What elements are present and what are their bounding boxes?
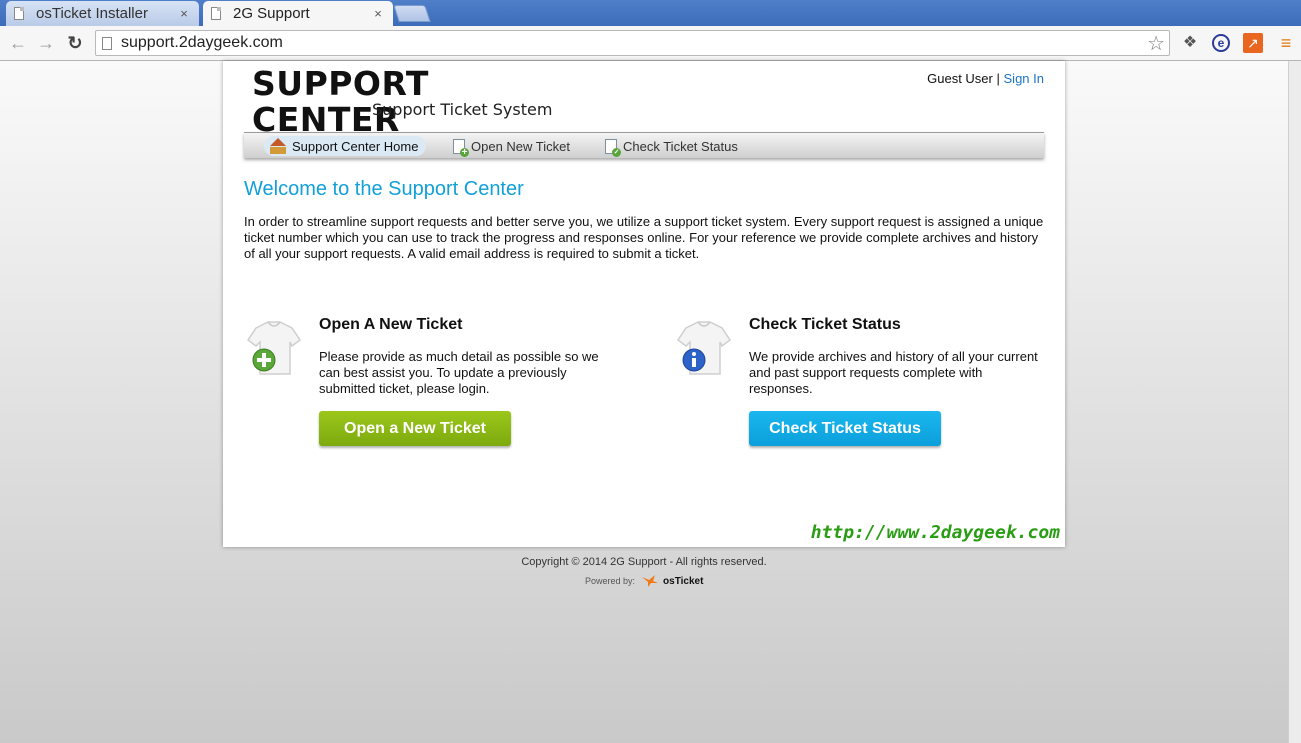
- reload-icon[interactable]: ↻: [65, 33, 85, 53]
- check-ticket-status-button[interactable]: Check Ticket Status: [749, 411, 941, 446]
- page-container: SUPPORT CENTER Support Ticket System Gue…: [223, 61, 1065, 547]
- page-title: Welcome to the Support Center: [244, 178, 524, 200]
- puzzle-icon[interactable]: ❖: [1180, 33, 1200, 53]
- page-viewport: SUPPORT CENTER Support Ticket System Gue…: [0, 61, 1301, 743]
- nav-label: Support Center Home: [292, 138, 419, 154]
- ticket-status-shirt-icon: [676, 321, 732, 375]
- page-icon: [14, 7, 24, 20]
- powered-by-label: Powered by:: [585, 576, 636, 586]
- tab-osticket-installer[interactable]: osTicket Installer ×: [6, 1, 199, 26]
- ticket-status-icon: [605, 138, 621, 157]
- nav-check-ticket-status[interactable]: Check Ticket Status: [599, 136, 746, 157]
- browser-toolbar: ← → ↻ ☆ ❖ e ↗ ≡: [0, 26, 1301, 61]
- new-tab-button[interactable]: [393, 5, 431, 22]
- url-input[interactable]: [121, 34, 1121, 52]
- close-icon[interactable]: ×: [177, 6, 191, 21]
- forward-arrow-icon[interactable]: →: [36, 33, 56, 53]
- user-box: Guest User | Sign In: [927, 71, 1044, 86]
- open-ticket-description: Please provide as much detail as possibl…: [319, 349, 599, 396]
- guest-user-label: Guest User: [927, 71, 993, 86]
- powered-by[interactable]: Powered by: osTicket: [585, 574, 703, 588]
- check-status-description: We provide archives and history of all y…: [749, 349, 1038, 396]
- back-arrow-icon[interactable]: ←: [8, 33, 28, 53]
- page-icon: [102, 37, 112, 50]
- separator: |: [996, 71, 1000, 86]
- tab-2g-support[interactable]: 2G Support ×: [203, 1, 393, 26]
- sign-in-link[interactable]: Sign In: [1004, 71, 1044, 86]
- watermark-text: http://www.2daygeek.com: [810, 522, 1060, 543]
- nav-label: Check Ticket Status: [623, 138, 738, 154]
- chart-extension-icon[interactable]: ↗: [1243, 33, 1263, 53]
- browser-tab-strip: osTicket Installer × 2G Support ×: [0, 0, 1301, 26]
- close-icon[interactable]: ×: [371, 6, 385, 21]
- check-status-heading: Check Ticket Status: [749, 316, 901, 333]
- nav-support-center-home[interactable]: Support Center Home: [264, 136, 427, 156]
- scrollbar[interactable]: [1288, 61, 1301, 743]
- new-ticket-icon: [453, 138, 469, 157]
- osticket-logo-icon: [642, 575, 659, 587]
- nav-open-new-ticket[interactable]: Open New Ticket: [447, 136, 578, 157]
- intro-text: In order to streamline support requests …: [244, 214, 1044, 261]
- logo-subtitle: Support Ticket System: [372, 100, 553, 119]
- footer-copyright: Copyright © 2014 2G Support - All rights…: [521, 556, 767, 568]
- tab-title: osTicket Installer: [36, 5, 148, 22]
- page-icon: [211, 7, 221, 20]
- open-ticket-heading: Open A New Ticket: [319, 316, 463, 333]
- osticket-brand: osTicket: [663, 575, 704, 587]
- home-icon: [270, 138, 286, 154]
- star-icon[interactable]: ☆: [1147, 31, 1165, 56]
- main-nav: Support Center Home Open New Ticket Chec…: [244, 132, 1044, 158]
- site-logo[interactable]: SUPPORT CENTER Support Ticket System: [252, 66, 553, 138]
- nav-label: Open New Ticket: [471, 138, 570, 154]
- new-ticket-shirt-icon: [246, 321, 302, 375]
- tab-title: 2G Support: [233, 5, 310, 22]
- e-extension-icon[interactable]: e: [1212, 34, 1230, 52]
- menu-icon[interactable]: ≡: [1276, 33, 1296, 53]
- address-bar[interactable]: ☆: [95, 30, 1170, 56]
- open-new-ticket-button[interactable]: Open a New Ticket: [319, 411, 511, 446]
